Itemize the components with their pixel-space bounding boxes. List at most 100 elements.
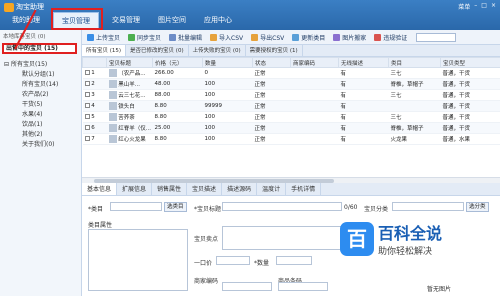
category-input[interactable]	[110, 202, 162, 211]
taobao-logo-icon	[4, 2, 14, 12]
col-header[interactable]: 价格（元）	[152, 57, 203, 68]
item-category-input[interactable]	[392, 202, 464, 211]
tree-item[interactable]: 饮品(1)	[0, 120, 82, 130]
col-header[interactable]: 宝贝标题	[106, 57, 153, 68]
local-inventory-item[interactable]: 本地库存宝贝 (0)	[0, 30, 81, 42]
col-header[interactable]: 商家编码	[290, 57, 339, 68]
update-category-button[interactable]: 更新类目	[289, 33, 328, 42]
tab-mobile-details[interactable]: 手机详情	[286, 183, 322, 195]
maximize-icon[interactable]: □	[481, 2, 487, 11]
tree-item[interactable]: 其他(2)	[0, 130, 82, 140]
violation-check-button[interactable]: 违规验证	[371, 33, 410, 42]
tab-trade-management[interactable]: 交易管理	[104, 12, 148, 28]
tab-need-auth[interactable]: 需要授权的宝贝 (1)	[246, 45, 303, 56]
barcode-input[interactable]	[278, 282, 328, 291]
tab-sales-attributes[interactable]: 销售属性	[152, 183, 188, 195]
row-checkbox[interactable]	[84, 81, 90, 86]
menu-button[interactable]: 菜单	[458, 2, 470, 11]
upload-icon	[87, 33, 94, 41]
watermark: 百 百科全说 助你轻松解决	[340, 220, 442, 257]
item-thumbnail	[108, 102, 117, 111]
col-header[interactable]: 宝贝类型	[440, 57, 500, 68]
tab-basic-info[interactable]: 基本信息	[82, 183, 118, 195]
upload-button[interactable]: 上传宝贝	[84, 33, 123, 42]
item-title: 红心火龙果	[106, 133, 153, 145]
row-checkbox[interactable]	[84, 103, 90, 108]
col-header[interactable]	[82, 57, 107, 68]
row-number: 5	[82, 111, 107, 123]
tab-modified-items[interactable]: 是否已修改的宝贝 (0)	[126, 45, 189, 56]
merchant-code-input[interactable]	[222, 282, 272, 291]
item-status: 正常	[252, 122, 291, 134]
tree-item[interactable]: 农产品(2)	[0, 90, 82, 100]
select-item-category-button[interactable]: 选分类	[466, 202, 489, 212]
tab-thermometer[interactable]: 温度计	[257, 183, 287, 195]
watermark-logo: 百	[340, 221, 374, 256]
row-checkbox[interactable]	[84, 70, 90, 75]
tree-item[interactable]: 所有宝贝(14)	[0, 80, 82, 90]
tab-image-space[interactable]: 图片空间	[150, 12, 194, 28]
row-checkbox[interactable]	[84, 136, 90, 141]
item-type: 普通，干货	[440, 111, 500, 123]
col-header[interactable]: 类目	[388, 57, 441, 68]
col-header[interactable]: 无线描述	[338, 57, 389, 68]
item-status: 正常	[252, 78, 291, 90]
select-category-button[interactable]: 选类目	[164, 202, 187, 212]
row-checkbox[interactable]	[84, 114, 90, 119]
selling-points-input[interactable]	[222, 226, 342, 250]
tab-all-items[interactable]: 所有宝贝 (15)	[82, 45, 127, 56]
table-row[interactable]: 2 黑山羊... 48.00 100 正常 有脊椎，草帽子 普通，干货	[82, 78, 500, 90]
tree-root[interactable]: ⊟ 所有宝贝(15)	[0, 60, 82, 70]
item-category	[388, 100, 441, 112]
sync-icon	[128, 33, 136, 41]
title-input[interactable]	[222, 202, 342, 211]
item-title: 苦荞茶	[106, 111, 153, 123]
row-checkbox[interactable]	[84, 92, 90, 97]
tab-app-center[interactable]: 应用中心	[196, 12, 240, 28]
table-row[interactable]: 5 苦荞茶 8.80 100 正常 有三七 普通，干货	[82, 111, 500, 123]
table-row[interactable]: 7 红心火龙果 8.80 100 正常 有火龙果 普通，水果	[82, 133, 500, 145]
tree-item[interactable]: 水果(4)	[0, 110, 82, 120]
category-attributes-label: 类目属性	[88, 222, 113, 229]
item-price: 88.00	[152, 89, 203, 101]
table-row[interactable]: 1 （农产品... 266.00 0 正常 有三七 普通，干货	[82, 67, 500, 79]
selling-points-label: 宝贝卖点	[194, 236, 219, 243]
tab-item-description[interactable]: 宝贝描述	[187, 183, 223, 195]
image-move-button[interactable]: 图片搬家	[330, 33, 369, 42]
tab-extended-info[interactable]: 扩展信息	[117, 183, 153, 195]
tab-description-source[interactable]: 描述源码	[222, 183, 258, 195]
quantity-input[interactable]	[276, 256, 312, 265]
sync-button[interactable]: 同步宝贝	[125, 33, 164, 42]
price-input[interactable]	[216, 256, 250, 265]
table-row[interactable]: 4 铁头白 8.80 99999 正常 有 普通，干货	[82, 100, 500, 112]
row-number: 3	[82, 89, 107, 101]
search-input[interactable]	[416, 32, 457, 42]
tree-item[interactable]: 默认分组(1)	[0, 70, 82, 80]
item-type: 普通，干货	[440, 122, 500, 134]
export-csv-button[interactable]: 导出CSV	[248, 33, 287, 42]
tree-item[interactable]: 干货(5)	[0, 100, 82, 110]
row-checkbox[interactable]	[84, 125, 90, 130]
item-wireless: 有	[338, 89, 389, 101]
col-header[interactable]: 数量	[202, 57, 253, 68]
row-number: 2	[82, 78, 107, 90]
item-quantity: 100	[202, 133, 253, 145]
row-number: 4	[82, 100, 107, 112]
batch-edit-button[interactable]: 批量编辑	[166, 33, 205, 42]
close-icon[interactable]: ×	[491, 2, 496, 11]
item-type: 普通，干货	[440, 100, 500, 112]
window-controls: 菜单 – □ ×	[458, 2, 496, 11]
tree-item[interactable]: 关于我们(0)	[0, 140, 82, 150]
table-row[interactable]: 6 红脊羊（仅... 25.00 100 正常 有脊椎，草帽子 普通，干货	[82, 122, 500, 134]
category-tree: ⊟ 所有宝贝(15) 默认分组(1) 所有宝贝(14) 农产品(2) 干货(5)…	[0, 60, 82, 150]
item-type: 普通，干货	[440, 89, 500, 101]
import-csv-button[interactable]: 导入CSV	[207, 33, 246, 42]
col-header[interactable]: 状态	[252, 57, 291, 68]
item-code	[290, 122, 339, 134]
item-category: 脊椎，草帽子	[388, 78, 441, 90]
item-title: 黑山羊...	[106, 78, 153, 90]
tab-upload-failed[interactable]: 上传失败的宝贝 (0)	[189, 45, 246, 56]
minimize-icon[interactable]: –	[474, 2, 477, 11]
table-row[interactable]: 3 云三七花... 88.00 100 正常 有三七 普通，干货	[82, 89, 500, 101]
category-attributes-panel[interactable]	[88, 229, 188, 291]
